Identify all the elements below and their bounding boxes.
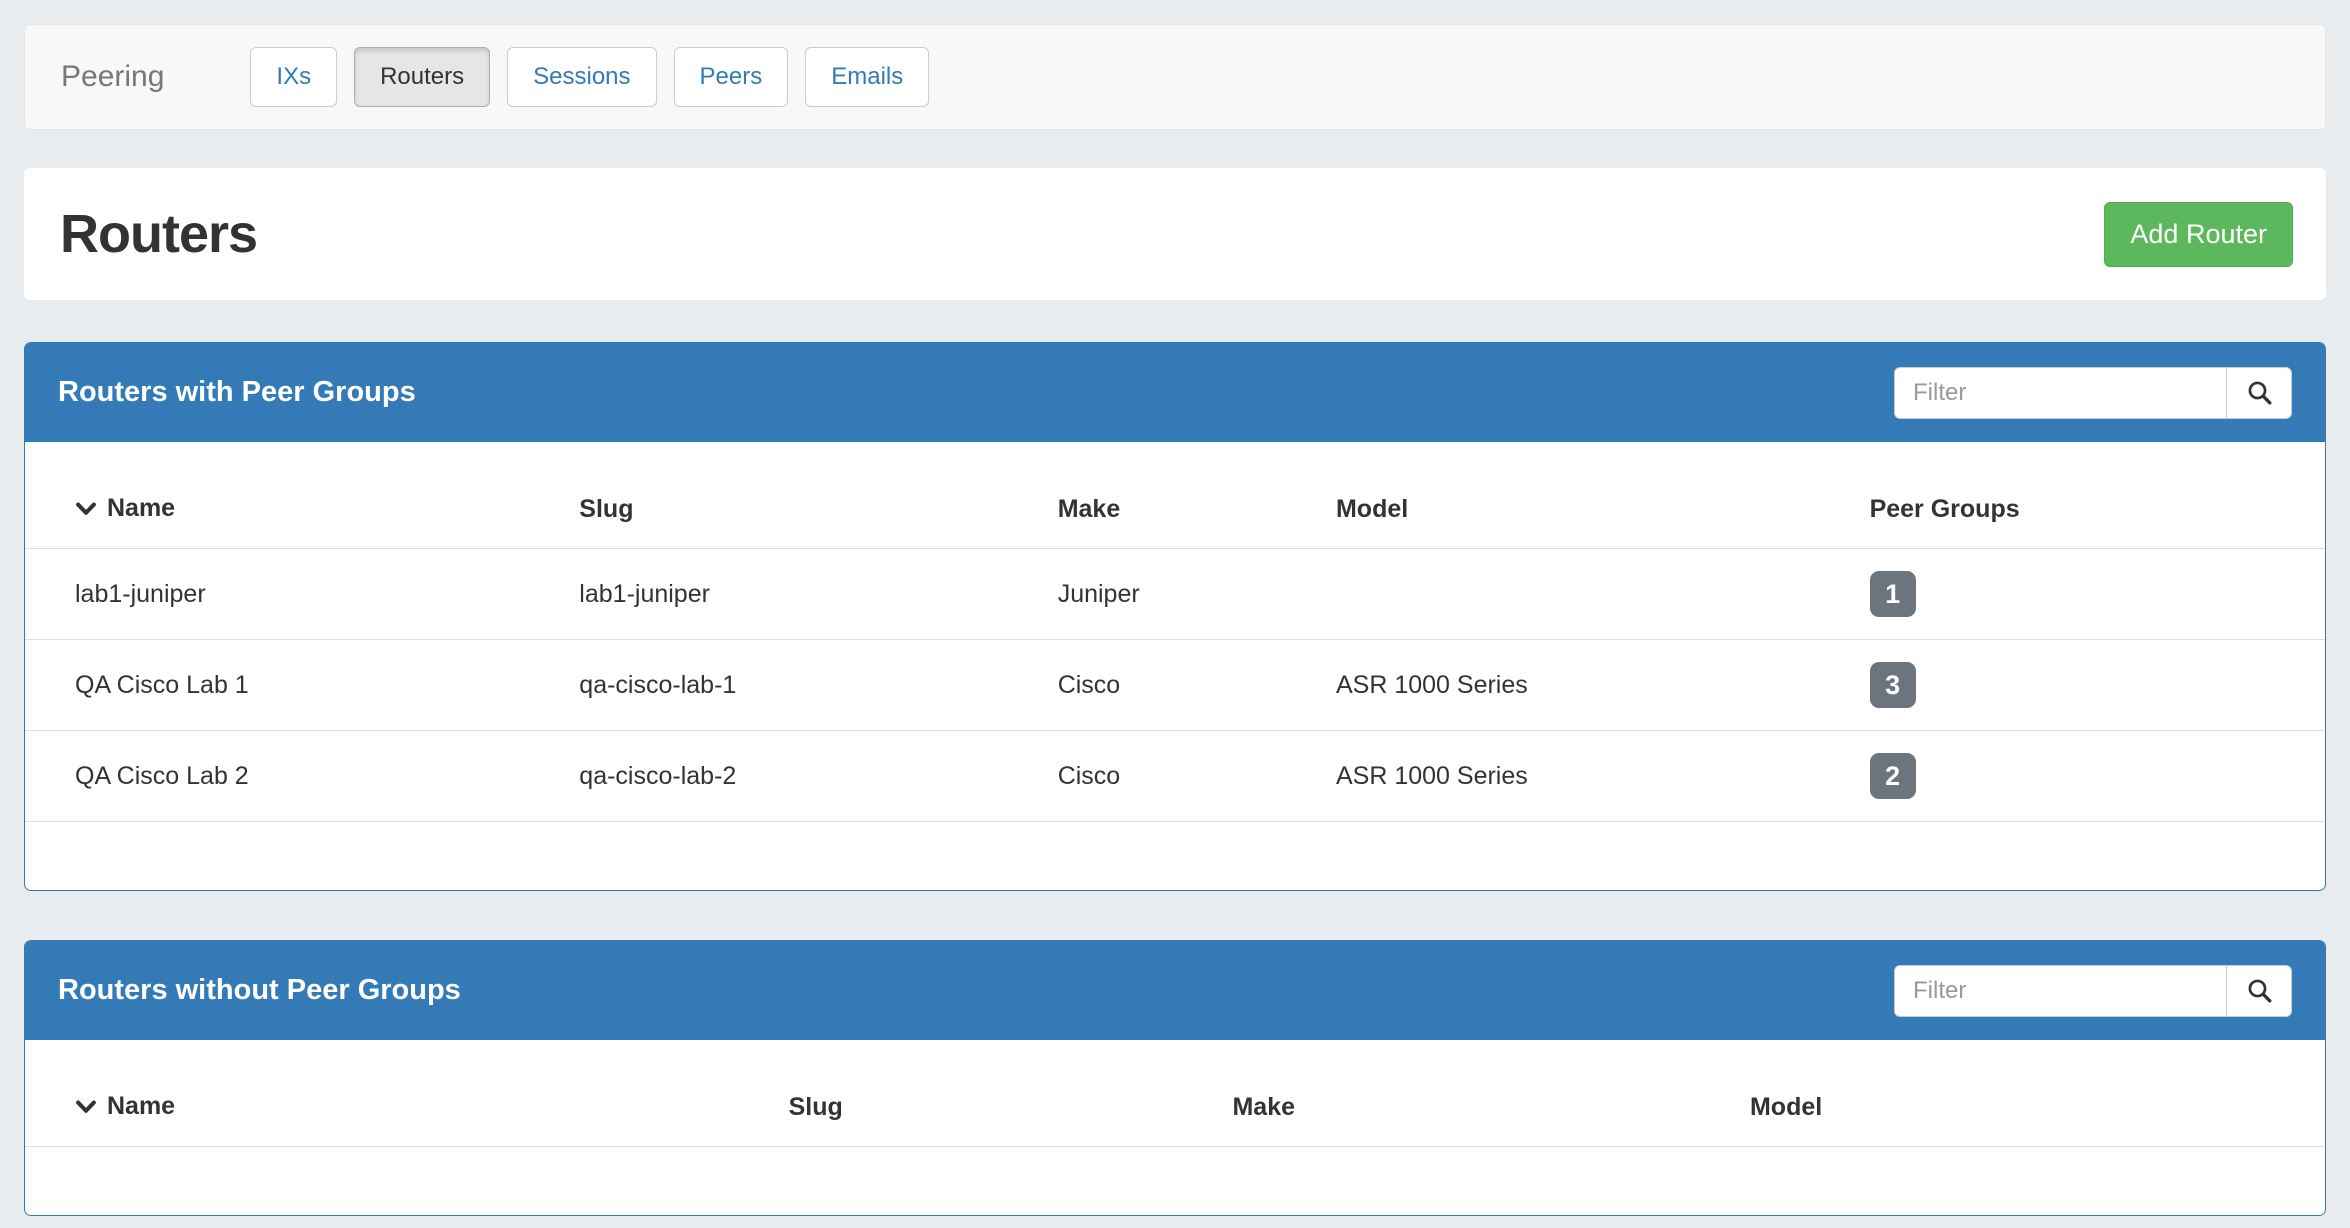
peer-groups-badge: 2 <box>1870 753 1916 799</box>
add-router-button[interactable]: Add Router <box>2104 202 2293 267</box>
filter-input[interactable] <box>1894 965 2227 1017</box>
column-label: Make <box>1058 495 1121 523</box>
table-cell: QA Cisco Lab 1 <box>25 640 579 731</box>
column-header-make[interactable]: Make <box>1232 1040 1750 1147</box>
peer-groups-badge: 3 <box>1870 662 1916 708</box>
table-cell: Cisco <box>1058 731 1336 822</box>
table-cell-peer-groups: 3 <box>1870 640 2325 731</box>
table-cell: ASR 1000 Series <box>1336 731 1870 822</box>
table-row[interactable]: QA Cisco Lab 2qa-cisco-lab-2CiscoASR 100… <box>25 731 2325 822</box>
nav-button-sessions[interactable]: Sessions <box>507 47 656 108</box>
table-row[interactable]: lab1-juniperlab1-juniperJuniper1 <box>25 549 2325 640</box>
column-label: Model <box>1750 1093 1822 1121</box>
table-cell: lab1-juniper <box>579 549 1057 640</box>
table-cell: Juniper <box>1058 549 1336 640</box>
page-header: Routers Add Router <box>24 168 2326 300</box>
panel-body: Name Slug Make Model Peer Groups lab1-junipe… <box>25 442 2325 890</box>
routers-without-peer-groups-table: Name Slug Make Model <box>25 1040 2325 1147</box>
filter-group <box>1894 965 2292 1017</box>
search-icon <box>2246 379 2273 406</box>
navbar-brand[interactable]: Peering <box>61 60 164 94</box>
table-cell: ASR 1000 Series <box>1336 640 1870 731</box>
column-header-slug[interactable]: Slug <box>579 442 1057 549</box>
top-navbar: Peering IXs Routers Sessions Peers Emails <box>24 24 2326 130</box>
filter-group <box>1894 367 2292 419</box>
column-header-make[interactable]: Make <box>1058 442 1336 549</box>
panel-title: Routers without Peer Groups <box>58 974 461 1007</box>
column-label: Name <box>107 494 175 522</box>
table-cell-peer-groups: 1 <box>1870 549 2325 640</box>
table-cell <box>1336 549 1870 640</box>
routers-with-peer-groups-table: Name Slug Make Model Peer Groups lab1-junipe… <box>25 442 2325 822</box>
table-cell: QA Cisco Lab 2 <box>25 731 579 822</box>
search-icon <box>2246 977 2273 1004</box>
table-cell: Cisco <box>1058 640 1336 731</box>
column-header-name[interactable]: Name <box>25 442 579 549</box>
filter-search-button[interactable] <box>2226 367 2292 419</box>
column-label: Name <box>107 1092 175 1120</box>
panel-routers-without-peer-groups: Routers without Peer Groups Name Slug Make… <box>24 940 2326 1216</box>
column-header-slug[interactable]: Slug <box>789 1040 1233 1147</box>
column-header-model[interactable]: Model <box>1750 1040 2325 1147</box>
column-label: Slug <box>789 1093 843 1121</box>
panel-routers-with-peer-groups: Routers with Peer Groups Name Slug Make Mod… <box>24 342 2326 891</box>
table-header-row: Name Slug Make Model Peer Groups <box>25 442 2325 549</box>
table-cell-peer-groups: 2 <box>1870 731 2325 822</box>
column-label: Make <box>1232 1093 1295 1121</box>
column-header-name[interactable]: Name <box>25 1040 789 1147</box>
table-cell: qa-cisco-lab-1 <box>579 640 1057 731</box>
column-header-model[interactable]: Model <box>1336 442 1870 549</box>
panel-heading: Routers without Peer Groups <box>25 941 2325 1040</box>
sort-chevron-down-icon <box>75 1093 97 1122</box>
filter-search-button[interactable] <box>2226 965 2292 1017</box>
table-cell: qa-cisco-lab-2 <box>579 731 1057 822</box>
column-label: Model <box>1336 495 1408 523</box>
nav-button-routers[interactable]: Routers <box>354 47 490 108</box>
column-label: Slug <box>579 495 633 523</box>
nav-button-emails[interactable]: Emails <box>805 47 929 108</box>
table-cell: lab1-juniper <box>25 549 579 640</box>
table-row[interactable]: QA Cisco Lab 1qa-cisco-lab-1CiscoASR 100… <box>25 640 2325 731</box>
column-header-peer-groups[interactable]: Peer Groups <box>1870 442 2325 549</box>
nav-button-ixs[interactable]: IXs <box>250 47 337 108</box>
column-label: Peer Groups <box>1870 495 2020 523</box>
nav-button-peers[interactable]: Peers <box>674 47 789 108</box>
panel-title: Routers with Peer Groups <box>58 376 416 409</box>
filter-input[interactable] <box>1894 367 2227 419</box>
panel-heading: Routers with Peer Groups <box>25 343 2325 442</box>
panel-body: Name Slug Make Model <box>25 1040 2325 1215</box>
navbar-buttons: IXs Routers Sessions Peers Emails <box>250 47 929 108</box>
peer-groups-badge: 1 <box>1870 571 1916 617</box>
page-title: Routers <box>60 203 257 265</box>
table-header-row: Name Slug Make Model <box>25 1040 2325 1147</box>
sort-chevron-down-icon <box>75 495 97 524</box>
